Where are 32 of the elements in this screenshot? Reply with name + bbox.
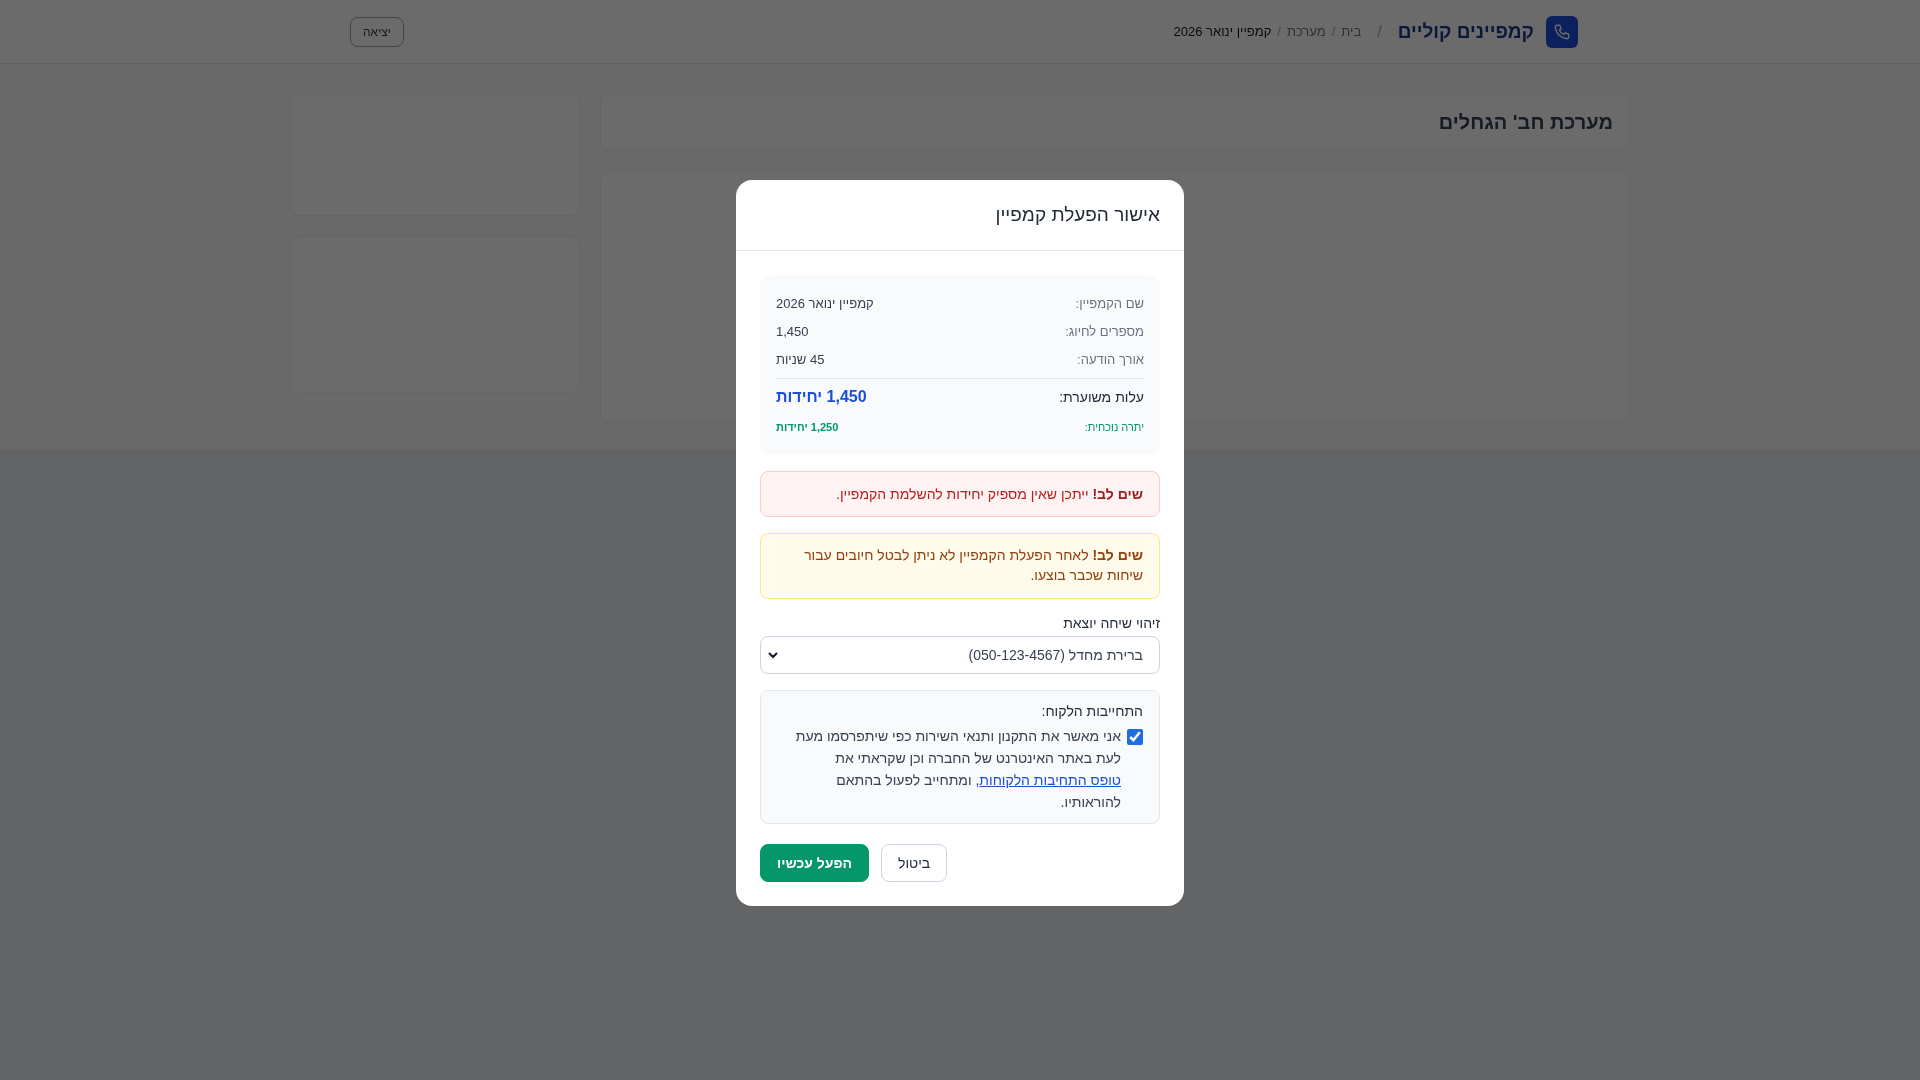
summary-label: שם הקמפיין:	[1075, 295, 1144, 311]
caller-id-select[interactable]: ברירת מחדל (050-123-4567)	[760, 636, 1160, 674]
summary-label: מספרים לחיוג:	[1065, 323, 1144, 339]
breadcrumb-item[interactable]: מערכת	[1286, 24, 1326, 39]
breadcrumb-item[interactable]: בית	[1341, 24, 1362, 39]
brand-name[interactable]: קמפיינים קוליים	[1397, 20, 1534, 43]
field-label: זיהוי שיחה יוצאת	[1062, 615, 1160, 631]
alert-message: שים לב! ייתכן שאין מספיק יחידות להשלמת הקמפיין.	[760, 471, 1160, 517]
page-title: מערכת חב' הגחלים	[1437, 110, 1614, 135]
consent-checkbox[interactable]	[1127, 729, 1143, 745]
breadcrumb-separator: /	[1277, 24, 1281, 39]
consent-text: אני מאשר את התקנון ותנאי השירות כפי שיתפרסמו מעת לעת באתר האינטרנט של החברה וכן שקראתי את טופס התחיבות הלקוחות, ומתחייב לפעול בהתאם להוראותיו.	[794, 727, 1121, 812]
cost-label: עלות משוערת:	[1059, 389, 1144, 405]
logout-button[interactable]: יציאה	[350, 16, 404, 47]
activate-button[interactable]: הפעל עכשיו	[760, 844, 869, 882]
alert-message: שים לב! לאחר הפעלת הקמפיין לא ניתן לבטל חיובים עבור שיחות שכבר בוצעו.	[760, 533, 1160, 599]
cost-value: 1,450 יחידות	[776, 388, 867, 406]
balance-value: 1,250 יחידות	[776, 421, 839, 433]
balance-label: יתרה נוכחית:	[1084, 421, 1144, 433]
summary-value: 45 שניות	[776, 351, 825, 367]
modal-title: אישור הפעלת קמפיין	[994, 204, 1160, 226]
cancel-button[interactable]: ביטול	[881, 844, 948, 882]
commitment-title: התחייבות הלקוח:	[1040, 703, 1143, 719]
breadcrumb-item: קמפיין ינואר 2026	[1173, 24, 1272, 39]
chevron-down-icon	[767, 649, 779, 661]
summary-value: 1,450	[776, 323, 809, 339]
breadcrumb-separator: /	[1331, 24, 1336, 39]
summary-value: קמפיין ינואר 2026	[776, 295, 874, 311]
breadcrumb-divider: /	[1377, 22, 1382, 41]
terms-link[interactable]: טופס התחיבות הלקוחות	[979, 772, 1121, 788]
summary-label: אורך הודעה:	[1077, 351, 1144, 367]
logo-icon	[1546, 15, 1578, 48]
